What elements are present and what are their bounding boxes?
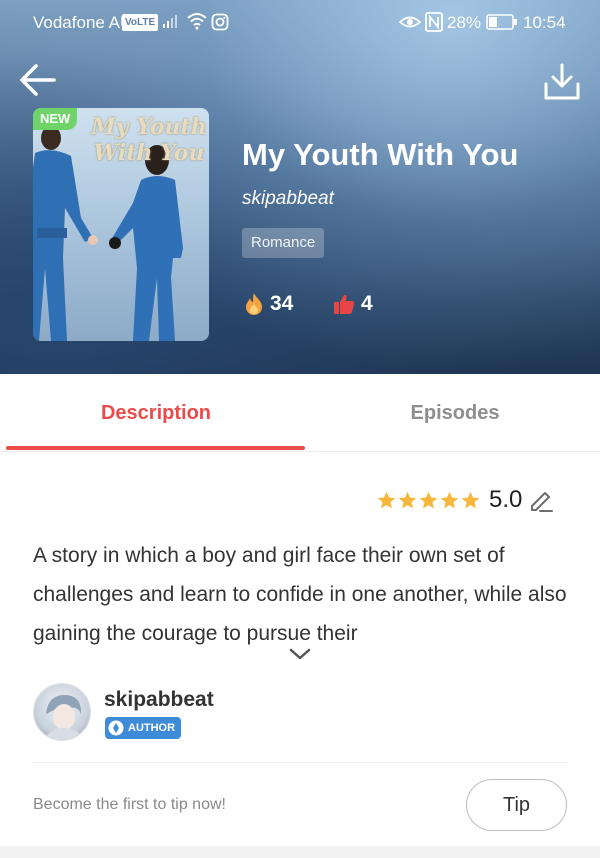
tab-bar: Description Episodes <box>0 374 600 452</box>
status-bar: Vodafone AU VoLTE 28% 10:54 <box>0 0 600 44</box>
back-button[interactable] <box>18 62 58 98</box>
active-tab-indicator <box>6 446 305 450</box>
volte-badge: VoLTE <box>122 14 159 31</box>
book-header: Vodafone AU VoLTE 28% 10:54 My Youth Wit… <box>0 0 600 374</box>
edit-pencil-icon[interactable] <box>528 487 554 513</box>
book-title: My Youth With You <box>242 137 519 172</box>
book-cover[interactable]: My Youth With You <box>33 108 209 341</box>
tab-description[interactable]: Description <box>6 374 306 450</box>
clock: 10:54 <box>523 13 566 32</box>
tip-prompt: Become the first to tip now! <box>33 796 226 813</box>
star-rating[interactable] <box>376 490 481 511</box>
bottom-strip <box>0 846 600 858</box>
author-pen-icon <box>108 720 124 736</box>
chevron-down-icon[interactable] <box>287 646 313 662</box>
star-icon <box>440 491 459 508</box>
rating-row: 5.0 <box>376 486 554 514</box>
battery-percent: 28% <box>447 13 482 32</box>
battery-icon <box>486 14 518 35</box>
divider <box>33 762 567 763</box>
star-icon <box>419 491 438 508</box>
like-stat[interactable]: 4 <box>333 292 373 316</box>
new-badge: NEW <box>33 108 78 130</box>
arrow-left-icon <box>20 64 56 96</box>
fire-icon <box>246 293 262 315</box>
author-badge-label: AUTHOR <box>128 722 176 734</box>
avatar-illustration <box>44 694 84 740</box>
thumbs-up-icon <box>334 294 355 314</box>
fire-count: 34 <box>270 292 294 315</box>
description-text: A story in which a boy and girl face the… <box>33 544 567 645</box>
star-icon <box>377 491 396 508</box>
tab-episodes[interactable]: Episodes <box>305 374 600 450</box>
star-icon <box>461 491 480 508</box>
book-author[interactable]: skipabbeat <box>242 188 334 210</box>
signal-icon <box>162 13 182 34</box>
carrier-label: Vodafone AU <box>33 13 133 32</box>
like-count: 4 <box>361 292 373 315</box>
download-button[interactable] <box>542 62 582 102</box>
star-icon <box>398 491 417 508</box>
avatar[interactable] <box>33 683 91 741</box>
tip-button[interactable]: Tip <box>466 779 567 831</box>
download-icon <box>544 63 580 100</box>
wifi-icon <box>186 12 208 35</box>
nfc-icon <box>425 12 443 37</box>
author-badge: AUTHOR <box>105 717 182 739</box>
genre-tag[interactable]: Romance <box>242 228 325 258</box>
eye-comfort-icon <box>398 13 422 36</box>
author-name[interactable]: skipabbeat <box>104 688 214 712</box>
fire-stat: 34 <box>244 292 293 316</box>
rating-value: 5.0 <box>489 486 523 513</box>
instagram-icon <box>211 13 229 36</box>
cover-title: My Youth With You <box>91 114 207 166</box>
